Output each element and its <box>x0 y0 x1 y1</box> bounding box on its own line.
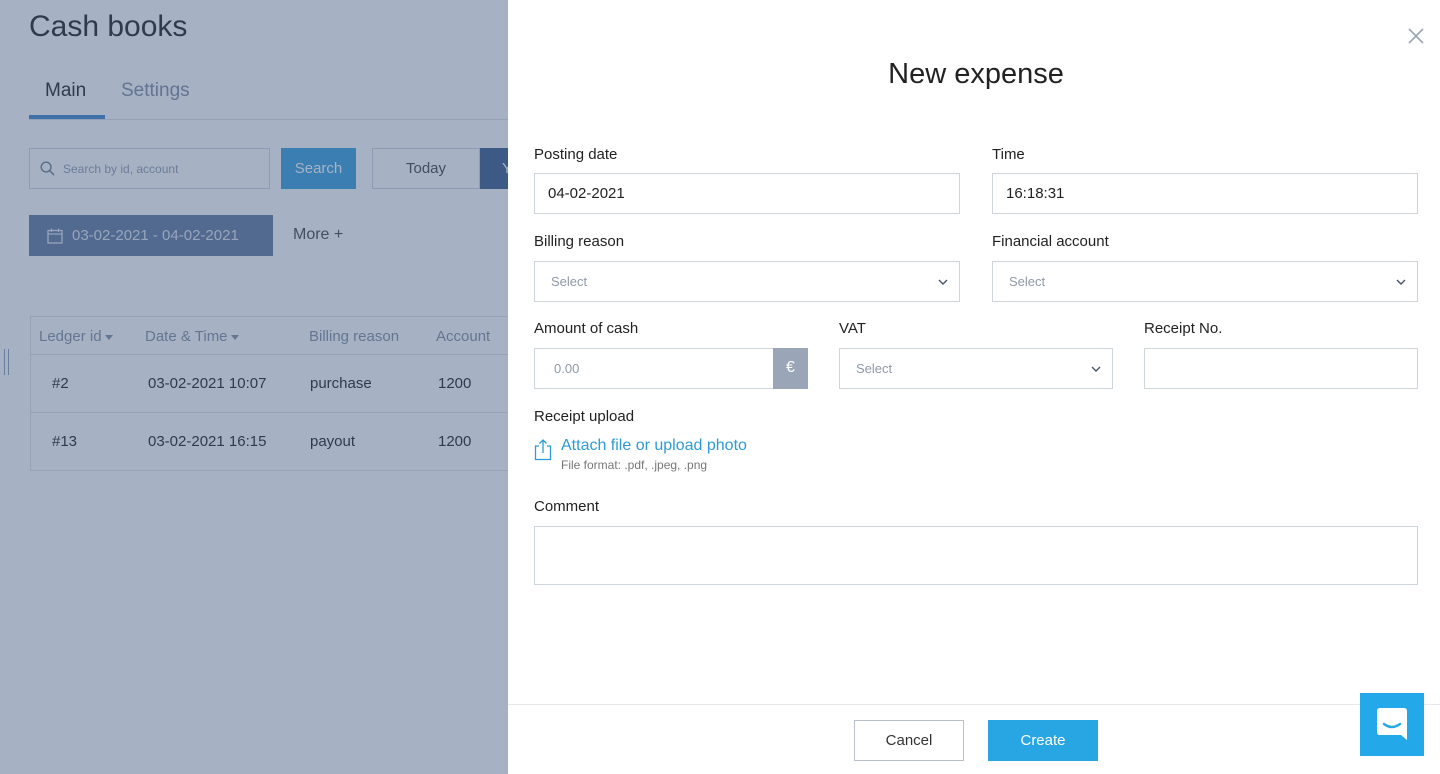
amount-label: Amount of cash <box>534 320 639 337</box>
upload-icon[interactable] <box>534 438 552 461</box>
financial-account-placeholder: Select <box>1009 274 1046 289</box>
posting-date-label: Posting date <box>534 146 618 163</box>
vat-select[interactable]: Select <box>839 348 1113 389</box>
modal-title: New expense <box>888 58 1064 90</box>
receipt-no-label: Receipt No. <box>1144 320 1223 337</box>
receipt-no-input[interactable] <box>1144 348 1418 389</box>
attach-file-link[interactable]: Attach file or upload photo <box>561 437 747 455</box>
financial-account-label: Financial account <box>992 233 1109 250</box>
vat-placeholder: Select <box>856 361 893 376</box>
posting-date-input[interactable]: 04-02-2021 <box>534 173 960 214</box>
billing-reason-placeholder: Select <box>551 274 588 289</box>
receipt-upload-label: Receipt upload <box>534 408 635 425</box>
time-label: Time <box>992 146 1025 163</box>
chat-widget-button[interactable] <box>1360 693 1424 756</box>
close-icon[interactable] <box>1407 27 1425 45</box>
cancel-button[interactable]: Cancel <box>854 720 964 761</box>
comment-label: Comment <box>534 498 600 515</box>
chevron-down-icon <box>1091 366 1101 372</box>
chevron-down-icon <box>1396 279 1406 285</box>
billing-reason-select[interactable]: Select <box>534 261 960 302</box>
vat-label: VAT <box>839 320 866 337</box>
time-input[interactable]: 16:18:31 <box>992 173 1418 214</box>
footer-divider <box>508 704 1440 705</box>
currency-euro-addon: € <box>773 348 808 389</box>
file-format-hint: File format: .pdf, .jpeg, .png <box>561 458 708 472</box>
financial-account-select[interactable]: Select <box>992 261 1418 302</box>
comment-textarea[interactable] <box>534 526 1418 585</box>
chevron-down-icon <box>938 279 948 285</box>
chat-icon <box>1377 708 1407 740</box>
amount-input[interactable]: 0.00 <box>534 348 774 389</box>
billing-reason-label: Billing reason <box>534 233 625 250</box>
create-button[interactable]: Create <box>988 720 1098 761</box>
new-expense-drawer: New expense Posting date 04-02-2021 Time… <box>508 0 1440 774</box>
